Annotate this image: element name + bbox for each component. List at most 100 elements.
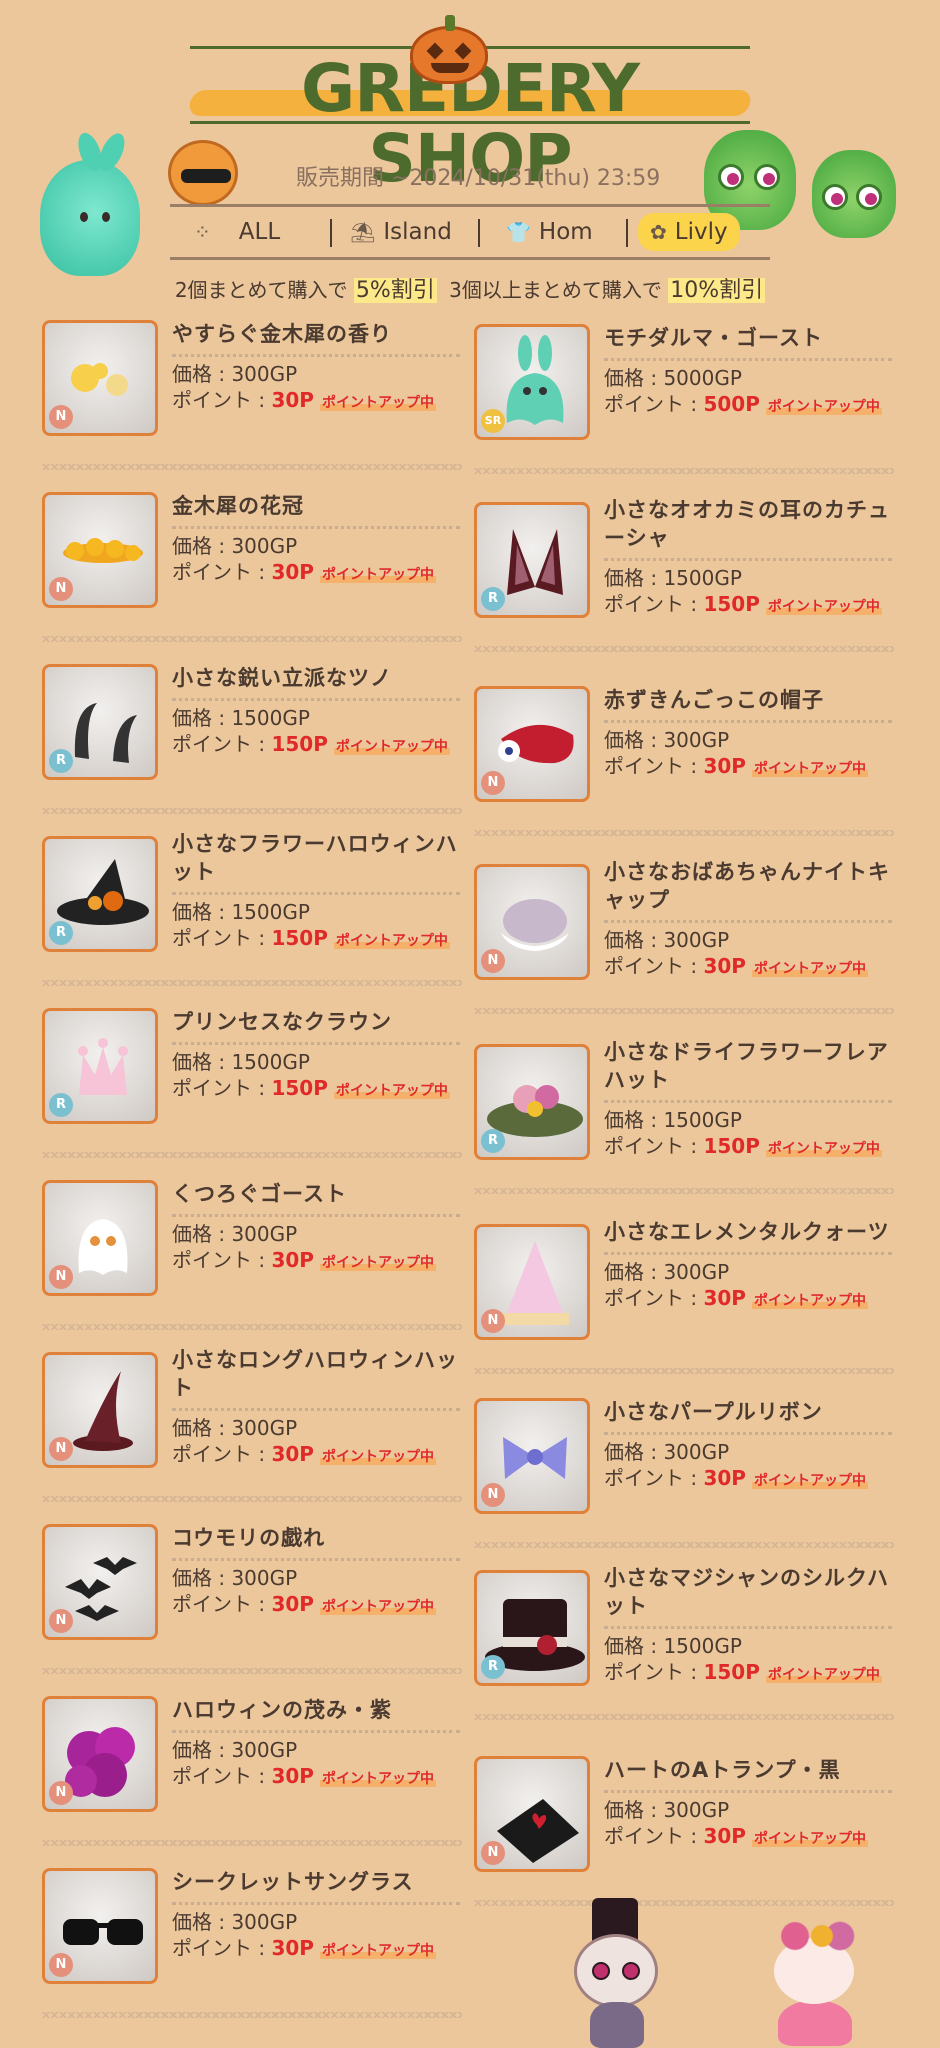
item-thumbnail[interactable]: SR: [474, 324, 590, 440]
tab-all[interactable]: ⁘ ALL: [194, 213, 280, 251]
flower-girl-character: [758, 1916, 868, 2046]
point-up-badge: ポイントアップ中: [319, 1599, 436, 1615]
wavy-divider: [42, 808, 462, 814]
wavy-divider: [474, 1714, 894, 1720]
item-thumbnail[interactable]: R: [474, 1570, 590, 1686]
wavy-divider: [474, 468, 894, 474]
item-thumbnail[interactable]: N: [474, 1224, 590, 1340]
item-thumbnail[interactable]: R: [474, 502, 590, 618]
item-info: シークレットサングラス 価格 : 300GP ポイント : 30P ポイントアップ中: [172, 1868, 462, 1964]
item-info: 小さなオオカミの耳のカチューシャ 価格 : 1500GP ポイント : 150P ポイ…: [604, 496, 894, 620]
dotted-divider: [604, 1252, 892, 1255]
item-name: 小さなドライフラワーフレアハット: [604, 1040, 889, 1092]
item-info: 赤ずきんごっこの帽子 価格 : 300GP ポイント : 30P ポイントアップ中: [604, 686, 894, 782]
rarity-badge: R: [49, 1093, 73, 1117]
dotted-divider: [172, 1042, 460, 1045]
item-points: ポイント : 30P ポイントアップ中: [172, 1592, 436, 1616]
item-thumbnail[interactable]: N: [42, 320, 158, 436]
item-points: ポイント : 150P ポイントアップ中: [172, 926, 450, 950]
item-info: プリンセスなクラウン 価格 : 1500GP ポイント : 150P ポイントアップ中: [172, 1008, 462, 1104]
item-price: 価格 : 300GP: [172, 534, 298, 558]
item-name: 小さなロングハロウィンハット: [172, 1348, 458, 1400]
item-price: 価格 : 300GP: [172, 1910, 298, 1934]
item-thumbnail[interactable]: N: [474, 686, 590, 802]
point-up-badge: ポイントアップ中: [765, 399, 882, 415]
item-points: ポイント : 30P ポイントアップ中: [172, 1936, 436, 1960]
item-price: 価格 : 300GP: [172, 1566, 298, 1590]
item-name: 金木犀の花冠: [172, 494, 304, 518]
tab-island[interactable]: ⛱ Island: [350, 213, 452, 251]
item-name: コウモリの戯れ: [172, 1526, 326, 1550]
dotted-divider: [172, 1558, 460, 1561]
dotted-divider: [172, 526, 460, 529]
item-points: ポイント : 150P ポイントアップ中: [604, 1134, 882, 1158]
item-name: 小さなエレメンタルクォーツ: [604, 1220, 890, 1244]
item-info: 小さなドライフラワーフレアハット 価格 : 1500GP ポイント : 150P ポイ…: [604, 1038, 894, 1162]
item-info: モチダルマ・ゴースト 価格 : 5000GP ポイント : 500P ポイントアップ中: [604, 324, 894, 420]
item-thumbnail[interactable]: N: [474, 1756, 590, 1872]
item-info: 小さなマジシャンのシルクハット 価格 : 1500GP ポイント : 150P ポイン…: [604, 1564, 894, 1688]
dotted-divider: [604, 920, 892, 923]
shirt-icon: 👕: [506, 220, 531, 244]
rarity-badge: SR: [481, 409, 505, 433]
item-thumbnail[interactable]: N: [42, 1696, 158, 1812]
wavy-divider: [42, 1496, 462, 1502]
item-thumbnail[interactable]: N: [474, 1398, 590, 1514]
item-price: 価格 : 300GP: [172, 1222, 298, 1246]
rarity-badge: N: [481, 1309, 505, 1333]
item-thumbnail[interactable]: R: [42, 836, 158, 952]
item-thumbnail[interactable]: R: [474, 1044, 590, 1160]
item-points: ポイント : 30P ポイントアップ中: [604, 1824, 868, 1848]
item-price: 価格 : 5000GP: [604, 366, 742, 390]
dotted-divider: [604, 1100, 892, 1103]
item-thumbnail[interactable]: N: [42, 1180, 158, 1296]
rarity-badge: N: [49, 1781, 73, 1805]
tab-label: Livly: [674, 219, 728, 245]
item-points: ポイント : 30P ポイントアップ中: [172, 560, 436, 584]
item-name: 小さなおばあちゃんナイトキャップ: [604, 860, 890, 912]
tab-livly[interactable]: ✿ Livly: [638, 213, 740, 251]
shop-header: GREDERY SHOP 販売期間 ~2024/10/31(thu) 23:59…: [0, 0, 940, 320]
rarity-badge: N: [49, 1609, 73, 1633]
item-info: 小さなパープルリボン 価格 : 300GP ポイント : 30P ポイントアップ中: [604, 1398, 894, 1494]
item-price: 価格 : 300GP: [604, 1260, 730, 1284]
item-price: 価格 : 300GP: [172, 1416, 298, 1440]
item-info: 小さなエレメンタルクォーツ 価格 : 300GP ポイント : 30P ポイントアップ…: [604, 1218, 894, 1314]
item-thumbnail[interactable]: R: [42, 664, 158, 780]
item-thumbnail[interactable]: N: [42, 1524, 158, 1640]
dotted-divider: [172, 1730, 460, 1733]
item-thumbnail[interactable]: N: [42, 1868, 158, 1984]
item-info: 小さなロングハロウィンハット価格 : 300GP ポイント : 30P ポイントアッ…: [172, 1346, 462, 1470]
item-info: ハロウィンの茂み・紫 価格 : 300GP ポイント : 30P ポイントアップ中: [172, 1696, 462, 1792]
dotted-divider: [172, 1902, 460, 1905]
point-up-badge: ポイントアップ中: [765, 599, 882, 615]
item-price: 価格 : 1500GP: [172, 900, 310, 924]
livly-icon: ✿: [650, 220, 667, 244]
point-up-badge: ポイントアップ中: [751, 761, 868, 777]
item-points: ポイント : 30P ポイントアップ中: [172, 1248, 436, 1272]
dots-icon: ⁘: [194, 220, 211, 244]
item-points: ポイント : 150P ポイントアップ中: [604, 1660, 882, 1684]
item-thumbnail[interactable]: R: [42, 1008, 158, 1124]
item-name: 小さなオオカミの耳のカチューシャ: [604, 498, 890, 550]
dotted-divider: [172, 1408, 460, 1411]
item-thumbnail[interactable]: N: [42, 492, 158, 608]
rarity-badge: N: [481, 771, 505, 795]
bundle-discount-note: 2個まとめて購入で 5%割引 3個以上まとめて購入で 10%割引: [174, 278, 766, 303]
dotted-divider: [604, 1626, 892, 1629]
rarity-badge: N: [49, 1437, 73, 1461]
point-up-badge: ポイントアップ中: [765, 1141, 882, 1157]
item-thumbnail[interactable]: N: [474, 864, 590, 980]
point-up-badge: ポイントアップ中: [751, 1293, 868, 1309]
item-thumbnail[interactable]: N: [42, 1352, 158, 1468]
tab-label: ALL: [238, 219, 281, 245]
tab-hom[interactable]: 👕 Hom: [506, 213, 593, 251]
wavy-divider: [474, 1188, 894, 1194]
point-up-badge: ポイントアップ中: [319, 395, 436, 411]
item-points: ポイント : 150P ポイントアップ中: [172, 732, 450, 756]
item-points: ポイント : 30P ポイントアップ中: [172, 1442, 436, 1466]
item-info: 小さなフラワーハロウィンハット 価格 : 1500GP ポイント : 150P ポイン…: [172, 830, 462, 954]
item-points: ポイント : 30P ポイントアップ中: [604, 954, 868, 978]
item-price: 価格 : 1500GP: [172, 1050, 310, 1074]
wavy-divider: [42, 464, 462, 470]
